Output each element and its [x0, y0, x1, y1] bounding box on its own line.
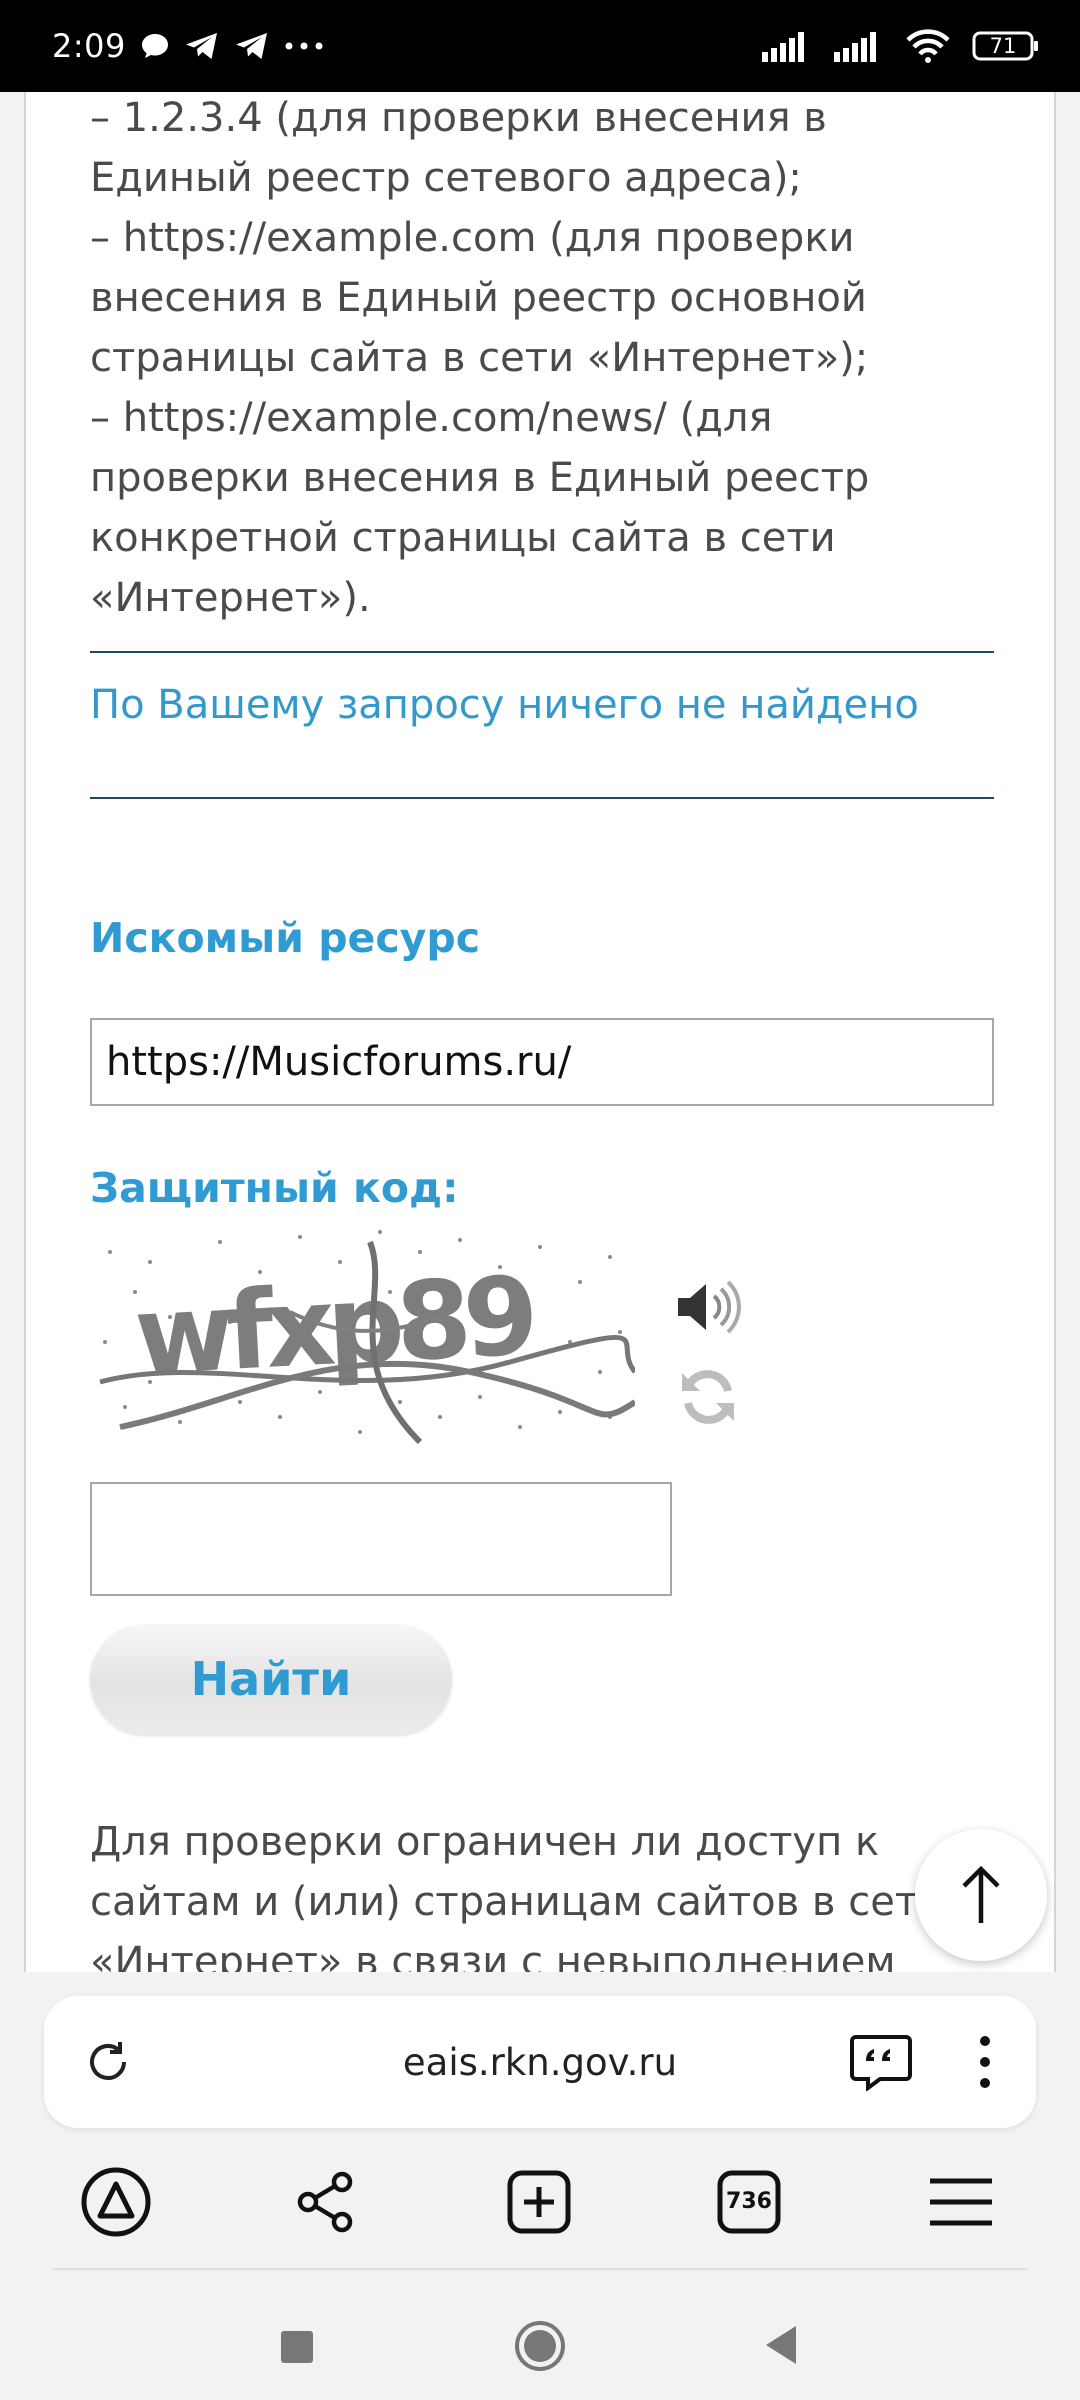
refresh-captcha-button[interactable]	[673, 1362, 743, 1432]
divider-bottom	[90, 797, 994, 799]
status-time: 2:09	[52, 27, 126, 65]
chat-icon	[140, 32, 170, 60]
scroll-to-top-button[interactable]	[915, 1829, 1047, 1961]
web-page-viewport[interactable]: – 1.2.3.4 (для проверки внесения в Едины…	[0, 92, 1080, 1972]
share-button[interactable]	[286, 2162, 366, 2242]
url-text[interactable]: eais.rkn.gov.ru	[0, 2041, 1080, 2084]
more-menu-button[interactable]	[970, 2032, 1000, 2092]
alice-icon	[81, 2167, 151, 2237]
main-menu-button[interactable]	[921, 2162, 1001, 2242]
telegram-icon	[184, 31, 220, 61]
captcha-tools	[673, 1272, 743, 1432]
audio-captcha-button[interactable]	[673, 1272, 743, 1342]
plus-square-icon	[507, 2170, 571, 2234]
alice-assistant-button[interactable]	[76, 2162, 156, 2242]
address-bar[interactable]: eais.rkn.gov.ru	[44, 1996, 1036, 2128]
arrow-up-icon	[962, 1865, 1000, 1923]
reader-mode-button[interactable]	[848, 2030, 914, 2094]
more-vertical-icon	[980, 2036, 990, 2088]
captcha-image: wfxp89	[90, 1222, 635, 1444]
wifi-icon	[906, 29, 950, 63]
resource-input[interactable]	[90, 1018, 994, 1106]
info-examples-text: – 1.2.3.4 (для проверки внесения в Едины…	[90, 95, 870, 621]
home-button[interactable]	[512, 2318, 568, 2374]
security-code-label: Защитный код:	[90, 1164, 459, 1212]
result-message: По Вашему запросу ничего не найдено	[90, 682, 919, 728]
recents-button[interactable]	[272, 2322, 322, 2372]
battery-icon: 71	[972, 30, 1040, 62]
more-notifications-icon	[284, 41, 324, 51]
signal-icon-2	[834, 30, 884, 62]
system-navigation-bar	[0, 2270, 1080, 2400]
captcha-code-input[interactable]	[90, 1482, 672, 1596]
home-circle-icon	[515, 2321, 565, 2371]
speaker-icon	[678, 1280, 741, 1334]
new-tab-button[interactable]	[499, 2162, 579, 2242]
back-button[interactable]	[756, 2320, 806, 2370]
bottom-info-text: Для проверки ограничен ли доступ к сайта…	[90, 1819, 945, 1972]
hamburger-menu-icon	[930, 2178, 992, 2226]
battery-level: 71	[989, 34, 1017, 58]
search-button[interactable]: Найти	[90, 1624, 452, 1734]
resource-label: Искомый ресурс	[90, 914, 481, 962]
tabs-button[interactable]: 736	[709, 2162, 789, 2242]
telegram-icon-2	[234, 31, 270, 61]
status-bar: 2:09 71	[0, 0, 1080, 92]
share-icon	[297, 2171, 353, 2233]
tabs-count: 736	[726, 2189, 772, 2214]
quote-icon	[850, 2035, 912, 2091]
captcha-row: wfxp89	[90, 1222, 743, 1444]
refresh-icon	[682, 1370, 734, 1424]
square-icon	[281, 2331, 313, 2363]
signal-icon	[762, 30, 812, 62]
page-content-panel: – 1.2.3.4 (для проверки внесения в Едины…	[24, 92, 1056, 1972]
back-triangle-icon	[766, 2326, 796, 2364]
